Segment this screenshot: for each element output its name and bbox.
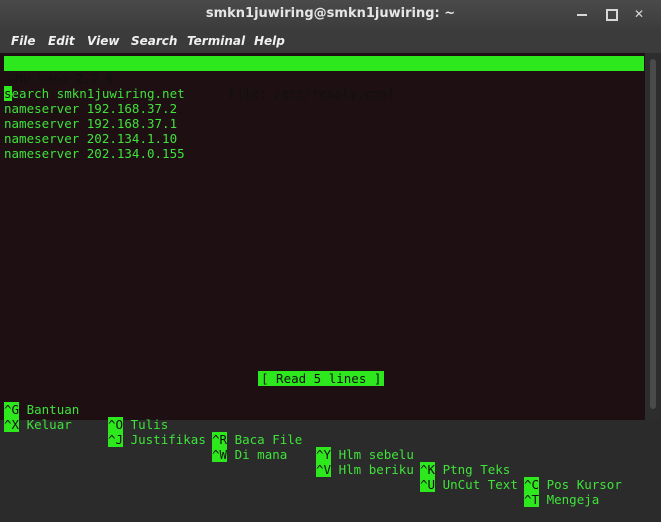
shortcut-read-file[interactable]: ^R Baca File xyxy=(212,432,302,447)
shortcut-exit[interactable]: ^X Keluar xyxy=(4,417,72,432)
shortcut-prev-page[interactable]: ^Y Hlm sebelu xyxy=(316,447,414,462)
nano-header: GNU nano 2.2.6 File: /etc/resolv.conf xyxy=(4,56,644,101)
minimize-icon[interactable] xyxy=(573,5,591,23)
nano-version: GNU nano 2.2.6 xyxy=(8,71,114,86)
shortcut-row-1: ^G Bantuan ^O Tulis ^R Baca File ^Y Hlm … xyxy=(0,387,622,492)
shortcut-cursor-pos[interactable]: ^C Pos Kursor xyxy=(524,477,622,492)
menu-search[interactable]: Search xyxy=(131,34,177,48)
shortcut-write[interactable]: ^O Tulis xyxy=(108,417,168,432)
window-title: smkn1juwiring@smkn1juwiring: ~ xyxy=(205,6,456,21)
menu-bar: File Edit View Search Terminal Help xyxy=(0,30,661,52)
shortcut-justify[interactable]: ^J Justifikas xyxy=(108,432,206,447)
shortcut-next-page[interactable]: ^V Hlm beriku xyxy=(316,462,414,477)
menu-edit[interactable]: Edit xyxy=(48,34,75,48)
menu-terminal[interactable]: Terminal xyxy=(187,34,245,48)
shortcut-row-2: ^X Keluar ^J Justifikas ^W Di mana ^V Hl… xyxy=(0,402,599,507)
shortcut-spell[interactable]: ^T Mengeja xyxy=(524,492,599,507)
shortcut-cut-text[interactable]: ^K Ptng Teks xyxy=(420,462,510,477)
terminal-area[interactable]: GNU nano 2.2.6 File: /etc/resolv.conf se… xyxy=(0,53,645,507)
status-message: [ Read 5 lines ] xyxy=(258,371,385,386)
file-line-4[interactable]: nameserver 202.134.1.10 xyxy=(4,131,177,146)
close-icon[interactable]: ✕ xyxy=(630,5,648,23)
menu-view[interactable]: View xyxy=(87,34,119,48)
file-line-1[interactable]: search smkn1juwiring.net xyxy=(4,86,185,101)
scrollbar-thumb[interactable] xyxy=(650,59,656,409)
scrollbar[interactable] xyxy=(645,53,661,420)
file-line-3[interactable]: nameserver 192.168.37.1 xyxy=(4,116,177,131)
terminal-window: smkn1juwiring@smkn1juwiring: ~ ✕ File Ed… xyxy=(0,0,661,507)
shortcut-where-is[interactable]: ^W Di mana xyxy=(212,447,287,462)
nano-filename: File: /etc/resolv.conf xyxy=(229,86,395,101)
maximize-icon[interactable] xyxy=(602,5,620,23)
file-line-2[interactable]: nameserver 192.168.37.2 xyxy=(4,101,177,116)
menu-help[interactable]: Help xyxy=(254,34,285,48)
title-bar[interactable]: smkn1juwiring@smkn1juwiring: ~ ✕ xyxy=(0,0,661,30)
file-line-5[interactable]: nameserver 202.134.0.155 xyxy=(4,146,185,161)
menu-file[interactable]: File xyxy=(11,34,36,48)
text-cursor: s xyxy=(4,86,12,101)
shortcut-uncut-text[interactable]: ^U UnCut Text xyxy=(420,477,518,492)
